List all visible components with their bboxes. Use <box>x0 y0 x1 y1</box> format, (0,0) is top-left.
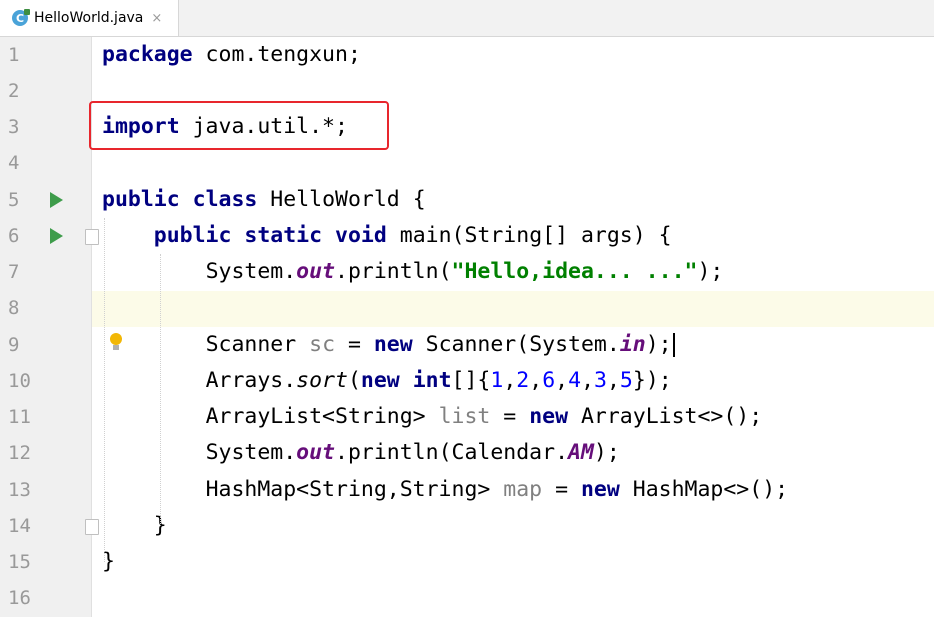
tab-helloworld-java[interactable]: C HelloWorld.java × <box>0 0 179 36</box>
code-line-9[interactable]: 9 Scanner sc = new Scanner(System.in); <box>0 327 934 363</box>
code-line-7[interactable]: 7 System.out.println("Hello,idea... ..."… <box>0 254 934 290</box>
line-number: 12 <box>8 442 31 464</box>
code-text[interactable]: Scanner sc = new Scanner(System.in); <box>102 327 675 363</box>
code-line-13[interactable]: 13 HashMap<String,String> map = new Hash… <box>0 472 934 508</box>
line-number: 1 <box>8 44 20 66</box>
import-highlight-box <box>89 101 389 150</box>
editor-tab-bar: C HelloWorld.java × <box>0 0 934 37</box>
line-number: 6 <box>8 225 20 247</box>
fold-icon[interactable] <box>85 519 99 535</box>
line-number: 3 <box>8 116 20 138</box>
code-line-10[interactable]: 10 Arrays.sort(new int[]{1,2,6,4,3,5}); <box>0 363 934 399</box>
code-line-6[interactable]: 6 public static void main(String[] args)… <box>0 218 934 254</box>
code-line-16[interactable]: 16 <box>0 580 934 616</box>
code-line-12[interactable]: 12 System.out.println(Calendar.AM); <box>0 435 934 471</box>
code-line-14[interactable]: 14 } <box>0 508 934 544</box>
line-number: 2 <box>8 80 20 102</box>
code-line-11[interactable]: 11 ArrayList<String> list = new ArrayLis… <box>0 399 934 435</box>
code-text[interactable]: package com.tengxun; <box>102 37 361 73</box>
line-number: 15 <box>8 551 31 573</box>
tab-title: HelloWorld.java <box>34 10 144 26</box>
code-text[interactable]: Arrays.sort(new int[]{1,2,6,4,3,5}); <box>102 363 672 399</box>
code-text[interactable]: HashMap<String,String> map = new HashMap… <box>102 472 789 508</box>
indent-guide <box>160 254 161 524</box>
indent-guide <box>104 218 105 562</box>
close-icon[interactable]: × <box>151 11 162 26</box>
line-number: 7 <box>8 261 20 283</box>
line-number: 14 <box>8 515 31 537</box>
code-line-5[interactable]: 5 public class HelloWorld { <box>0 182 934 218</box>
java-class-icon: C <box>12 9 30 26</box>
code-line-1[interactable]: 1 package com.tengxun; <box>0 37 934 73</box>
line-number: 11 <box>8 406 31 428</box>
code-text[interactable]: ArrayList<String> list = new ArrayList<>… <box>102 399 763 435</box>
line-number: 9 <box>8 334 20 356</box>
fold-icon[interactable] <box>85 229 99 245</box>
code-line-15[interactable]: 15 } <box>0 544 934 580</box>
code-line-4[interactable]: 4 <box>0 145 934 181</box>
line-number: 16 <box>8 587 31 609</box>
line-number: 13 <box>8 479 31 501</box>
code-text[interactable]: public class HelloWorld { <box>102 182 426 218</box>
code-line-8[interactable]: 8 <box>0 290 934 326</box>
code-text[interactable]: public static void main(String[] args) { <box>102 218 672 254</box>
code-text[interactable]: System.out.println(Calendar.AM); <box>102 435 620 471</box>
run-icon[interactable] <box>50 228 63 244</box>
text-caret <box>672 333 675 357</box>
line-number: 5 <box>8 189 20 211</box>
line-number: 4 <box>8 152 20 174</box>
line-number: 8 <box>8 297 20 319</box>
code-text[interactable]: } <box>102 508 167 544</box>
run-icon[interactable] <box>50 192 63 208</box>
line-number: 10 <box>8 370 31 392</box>
code-text[interactable]: System.out.println("Hello,idea... ..."); <box>102 254 724 290</box>
